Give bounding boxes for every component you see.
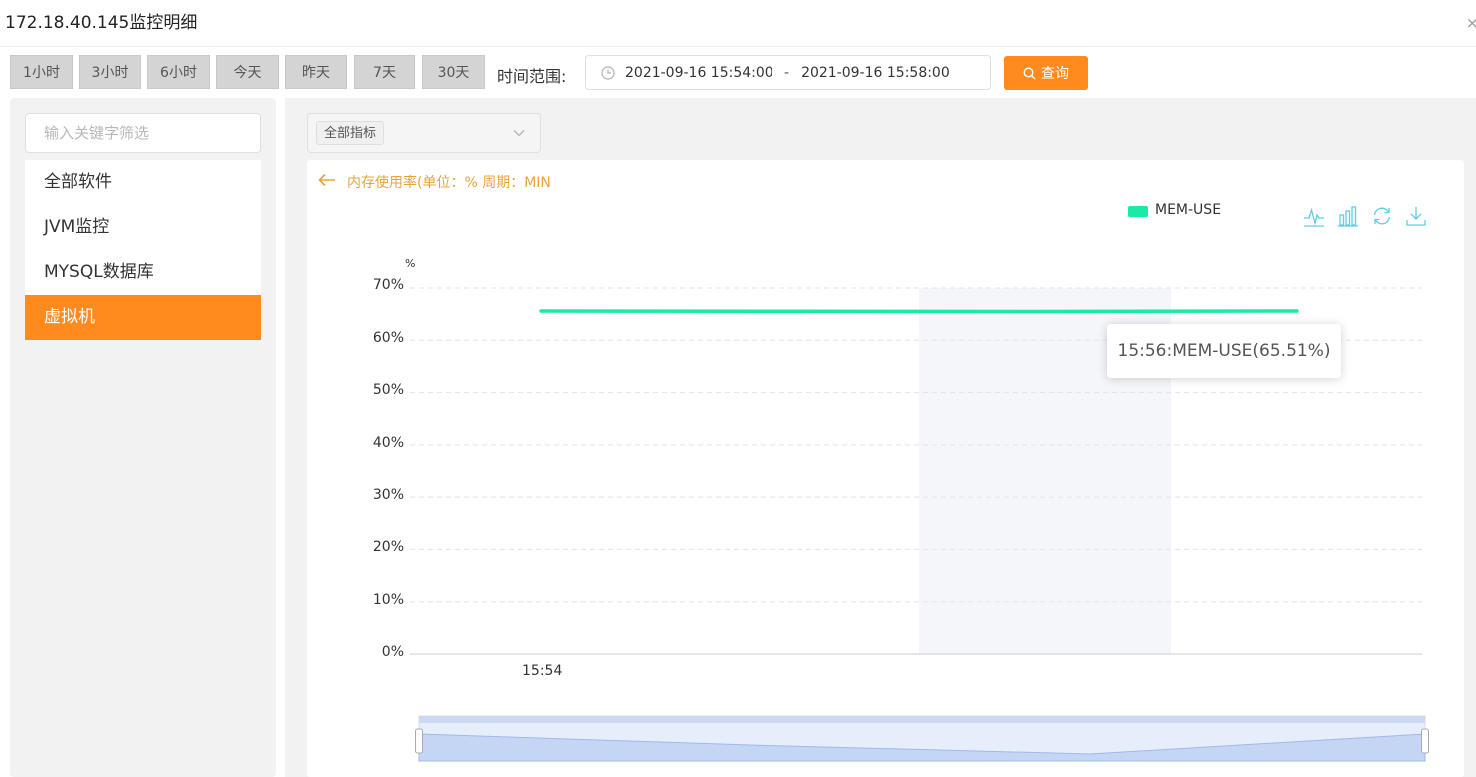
chart-header: 内存使用率(单位：% 周期：MIN <box>347 175 551 191</box>
bar-chart-icon[interactable] <box>1337 205 1359 227</box>
legend-label-mem-use[interactable]: MEM-USE <box>1155 202 1221 218</box>
quick-range-6h-button[interactable]: 6小时 <box>147 55 210 89</box>
title-divider <box>0 46 1476 47</box>
y-tick-label: 30% <box>372 487 404 503</box>
sidebar-item-vm[interactable]: 虚拟机 <box>25 295 261 340</box>
search-button[interactable]: 查询 <box>1004 56 1088 90</box>
sidebar-item-all-software[interactable]: 全部软件 <box>25 160 261 205</box>
y-tick-label: 0% <box>381 644 404 660</box>
y-tick-label: 60% <box>372 330 404 346</box>
chart-tooltip: 15:56:MEM-USE(65.51%) <box>1107 324 1341 378</box>
time-range-picker[interactable]: 2021-09-16 15:54:00 - 2021-09-16 15:58:0… <box>585 55 991 90</box>
y-tick-label: 20% <box>372 539 404 555</box>
time-range-label: 时间范围: <box>497 67 567 86</box>
search-button-label: 查询 <box>1041 66 1069 82</box>
quick-range-3h-button[interactable]: 3小时 <box>79 55 141 89</box>
quick-range-yesterday-button[interactable]: 昨天 <box>285 55 347 89</box>
y-tick-label: 50% <box>372 382 404 398</box>
y-tick-label: 10% <box>372 592 404 608</box>
y-axis-unit: % <box>405 257 416 270</box>
time-range-end[interactable]: 2021-09-16 15:58:00 <box>801 65 950 81</box>
legend-swatch-mem-use[interactable] <box>1128 206 1148 217</box>
download-icon[interactable] <box>1405 205 1427 227</box>
sidebar-item-mysql[interactable]: MYSQL数据库 <box>25 250 261 295</box>
time-range-separator: - <box>784 64 790 81</box>
sidebar-item-jvm[interactable]: JVM监控 <box>25 205 261 250</box>
chart-card <box>307 160 1464 777</box>
arrow-left-icon[interactable] <box>318 173 336 187</box>
software-menu: 全部软件 JVM监控 MYSQL数据库 虚拟机 <box>25 160 261 340</box>
x-tick-label: 15:54 <box>522 663 563 679</box>
quick-range-30d-button[interactable]: 30天 <box>422 55 485 89</box>
clock-icon <box>601 65 615 80</box>
y-tick-label: 40% <box>372 435 404 451</box>
quick-range-today-button[interactable]: 今天 <box>216 55 279 89</box>
refresh-icon[interactable] <box>1371 205 1393 227</box>
quick-range-7d-button[interactable]: 7天 <box>354 55 415 89</box>
window-title: 172.18.40.145监控明细 <box>5 13 198 33</box>
close-icon[interactable]: × <box>1466 14 1476 32</box>
line-chart-icon[interactable] <box>1303 206 1325 228</box>
software-filter-input[interactable] <box>25 113 261 153</box>
search-icon <box>1023 66 1036 79</box>
metric-tag[interactable]: 全部指标 <box>316 121 385 145</box>
quick-range-1h-button[interactable]: 1小时 <box>10 55 73 89</box>
time-range-start[interactable]: 2021-09-16 15:54:00 <box>625 65 772 81</box>
chevron-down-icon[interactable] <box>512 126 526 140</box>
y-tick-label: 70% <box>372 277 404 293</box>
